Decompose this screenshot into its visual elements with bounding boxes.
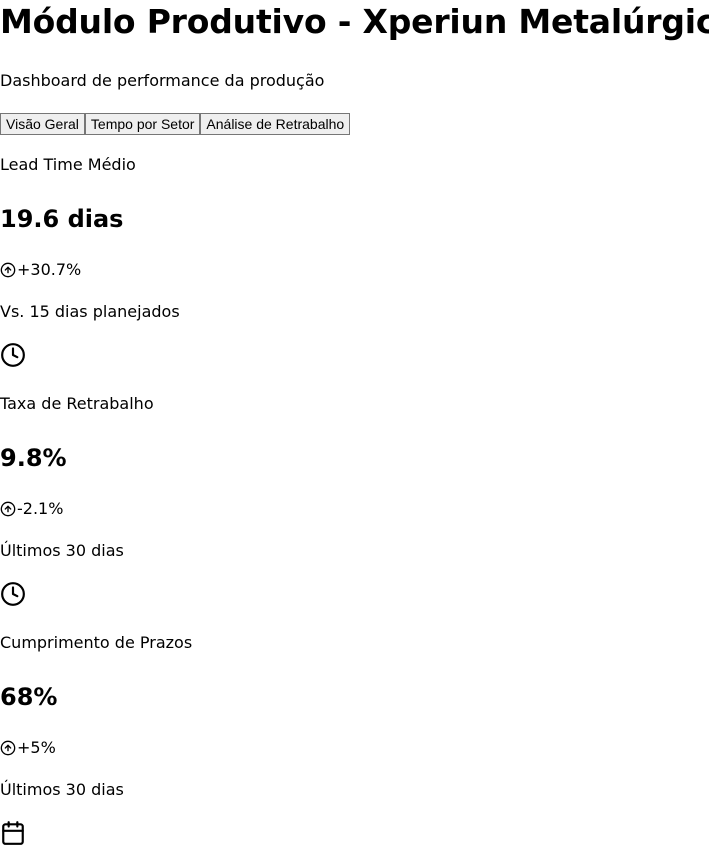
kpi-value: 68% xyxy=(0,683,58,711)
kpi-label: Lead Time Médio xyxy=(0,155,136,174)
kpi-change-value: +30.7% xyxy=(17,260,82,279)
arrow-up-circle-icon xyxy=(0,740,16,756)
clock-icon xyxy=(1,582,25,606)
page-subtitle: Dashboard de performance da produção xyxy=(0,71,325,90)
kpi-value: 9.8% xyxy=(0,444,67,472)
kpi-change-value: +5% xyxy=(17,738,56,757)
arrow-up-circle-icon xyxy=(0,501,16,517)
tab-time-by-sector[interactable]: Tempo por Setor xyxy=(84,113,201,135)
calendar-icon xyxy=(2,821,24,845)
arrow-up-circle-icon xyxy=(0,262,16,278)
kpi-change: -2.1% xyxy=(0,498,63,520)
kpi-note: Últimos 30 dias xyxy=(0,541,124,560)
kpi-change: +5% xyxy=(0,737,56,759)
kpi-change: +30.7% xyxy=(0,259,81,281)
tab-bar: Visão Geral Tempo por Setor Análise de R… xyxy=(0,113,351,135)
kpi-label: Taxa de Retrabalho xyxy=(0,394,154,413)
dashboard-page: Módulo Produtivo - Xperiun Metalúrgica D… xyxy=(0,0,709,848)
clock-icon xyxy=(1,343,25,367)
kpi-change-value: -2.1% xyxy=(17,499,64,518)
kpi-note: Últimos 30 dias xyxy=(0,780,124,799)
tab-rework-analysis[interactable]: Análise de Retrabalho xyxy=(200,113,351,135)
page-title: Módulo Produtivo - Xperiun Metalúrgica xyxy=(0,2,709,41)
tab-overview[interactable]: Visão Geral xyxy=(0,113,85,135)
kpi-value: 19.6 dias xyxy=(0,205,124,233)
kpi-note: Vs. 15 dias planejados xyxy=(0,302,180,321)
kpi-label: Cumprimento de Prazos xyxy=(0,633,193,652)
